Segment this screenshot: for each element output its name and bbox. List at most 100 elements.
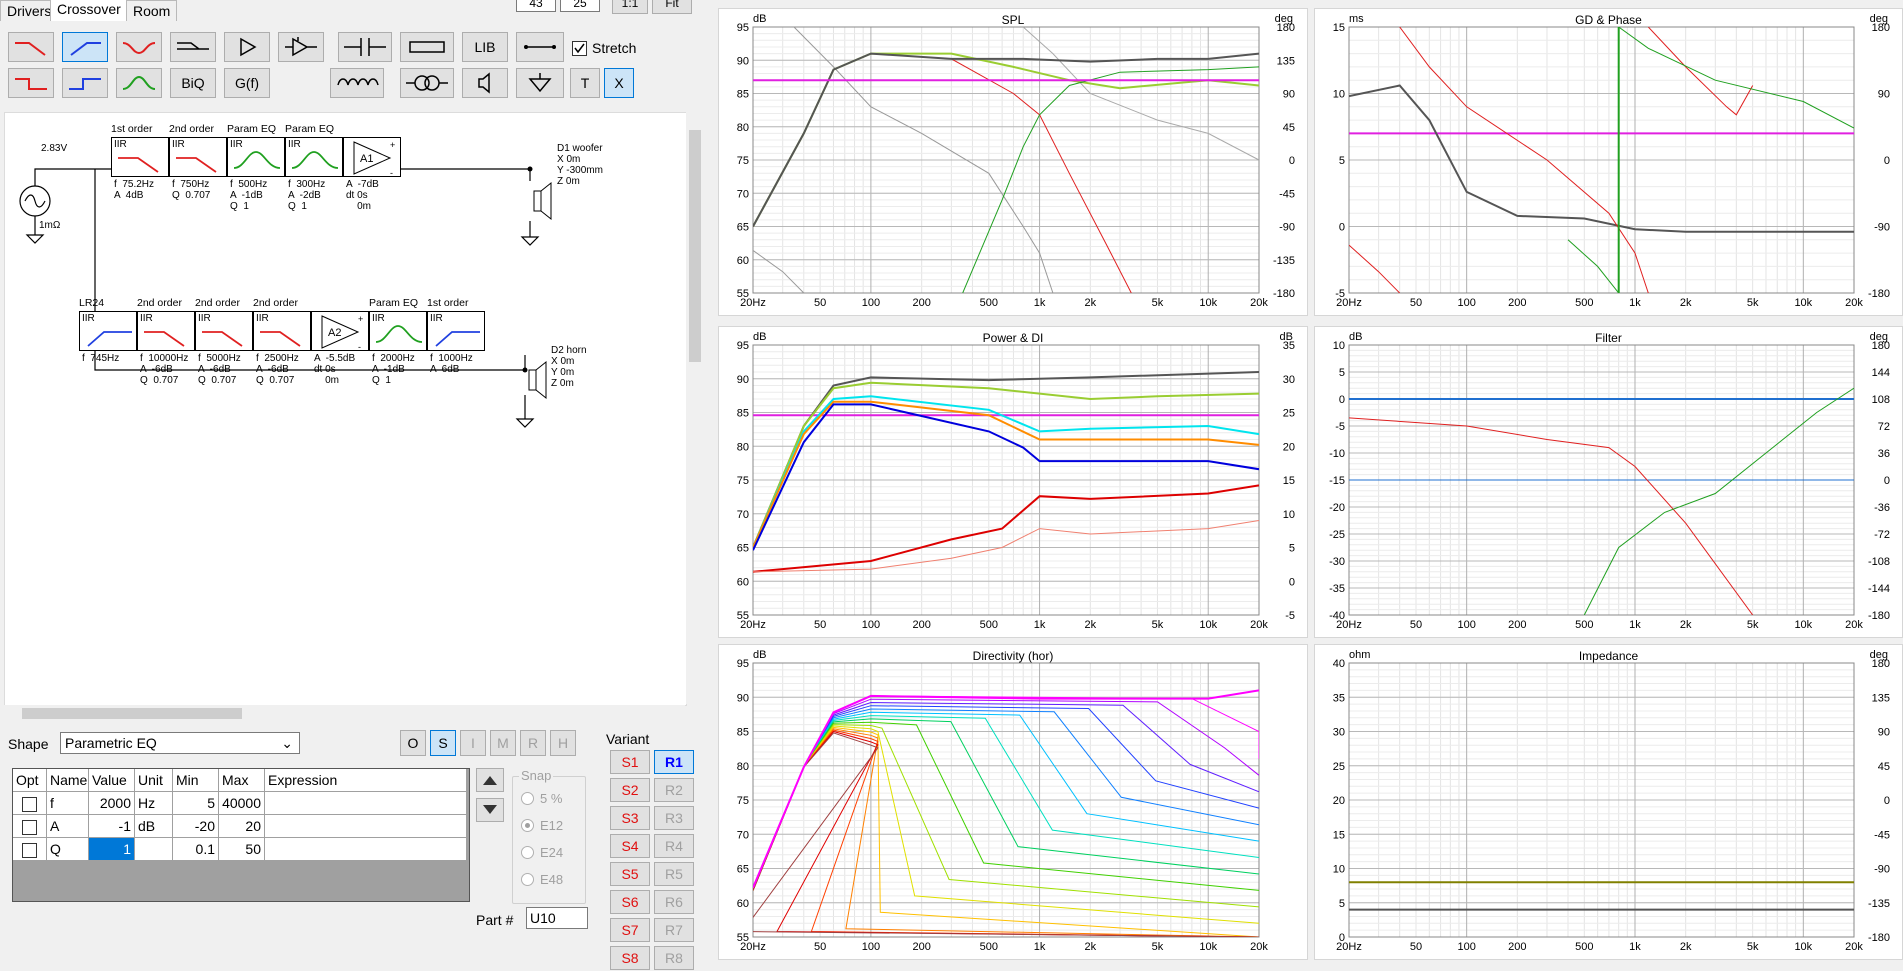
horn_chain-block-4[interactable]: A2 + - [311,311,369,352]
lowpass-red-2-tool-button[interactable] [8,68,54,98]
schematic-canvas[interactable]: 2.83V 1mΩ D1 woofer X 0m Y -300mm Z 0m D… [4,112,687,706]
grid-cell-expr[interactable] [265,792,467,815]
power-di-chart[interactable]: Power & DI dB dB 95 90 85 80 75 70 65 60 55 35 30 2… [718,326,1308,638]
spl-chart[interactable]: SPL dB deg 95 90 85 80 75 70 65 60 55 180 135 90 45 0… [718,8,1308,316]
snap-option-0[interactable]: 5 % [521,791,562,806]
opt-checkbox[interactable] [22,842,37,858]
vertical-scrollbar-thumb[interactable] [689,130,701,362]
grid-cell-unit[interactable]: dB [135,815,173,838]
part-input[interactable]: U10 [526,907,588,929]
text-tool-button[interactable]: T [570,68,600,98]
move-up-button[interactable] [476,768,504,792]
notch-red-tool-button[interactable] [116,32,162,62]
gd-phase-chart[interactable]: GD & Phase ms deg 15 10 5 0 -5 180 90 0 -90 -180 2… [1314,8,1903,316]
variant-s5-button[interactable]: S5 [610,862,650,886]
one-to-one-button[interactable]: 1:1 [612,0,648,14]
variant-s7-button[interactable]: S7 [610,918,650,942]
grid-cell-value[interactable]: -1 [89,815,135,838]
grid-opt-0[interactable] [13,792,47,815]
woofer_chain-block-0[interactable]: IIR [111,137,169,177]
variant-s2-button[interactable]: S2 [610,778,650,802]
grid-cell-min[interactable]: -20 [173,815,219,838]
shelf-tool-button[interactable] [170,32,216,62]
variant-s8-button[interactable]: S8 [610,946,650,970]
vertical-scrollbar[interactable] [686,112,704,704]
speaker-tool-button[interactable] [462,68,508,98]
variant-r8-button[interactable]: R8 [654,946,694,970]
biq-button[interactable]: BiQ [170,68,216,98]
variant-s6-button[interactable]: S6 [610,890,650,914]
grid-cell-expr[interactable] [265,815,467,838]
snap-option-2[interactable]: E24 [521,845,563,860]
horn_chain-block-1[interactable]: IIR [137,311,195,351]
ground-tool-button[interactable] [516,68,564,98]
snap-option-1[interactable]: E12 [521,818,563,833]
gf-button[interactable]: G(f) [224,68,270,98]
tab-room[interactable]: Room [126,0,178,21]
shape-select[interactable]: Parametric EQ ⌄ [60,732,300,754]
grid-cell-unit[interactable]: Hz [135,792,173,815]
i-button[interactable]: I [460,730,486,756]
transformer-tool-button[interactable] [400,68,454,98]
horizontal-scrollbar[interactable] [4,705,685,721]
inductor-tool-button[interactable] [330,68,384,98]
grid-opt-2[interactable] [13,838,47,861]
horn_chain-block-0[interactable]: IIR [79,311,137,351]
opt-checkbox[interactable] [22,796,37,812]
snap-option-3[interactable]: E48 [521,872,563,887]
grid-cell-name[interactable]: A [47,815,89,838]
woofer_chain-block-3[interactable]: IIR [285,137,343,177]
zoom-a-input[interactable]: 43 [516,0,556,12]
variant-r5-button[interactable]: R5 [654,862,694,886]
grid-cell-max[interactable]: 50 [219,838,265,861]
buffer-tool-button[interactable] [278,32,324,62]
variant-s3-button[interactable]: S3 [610,806,650,830]
impedance-chart[interactable]: Impedance ohm deg 40 35 30 25 20 15 10 5 0 180 135… [1314,644,1903,960]
o-button[interactable]: O [400,730,426,756]
variant-s1-button[interactable]: S1 [610,750,650,774]
r-button[interactable]: R [520,730,546,756]
move-down-button[interactable] [476,798,504,822]
woofer_chain-block-4[interactable]: A1 + - [343,137,401,178]
grid-cell-max[interactable]: 40000 [219,792,265,815]
fit-button[interactable]: Fit [652,0,692,14]
directivity-chart[interactable]: Directivity (hor) dB 95 90 85 80 75 70 65 60 55 2… [718,644,1308,960]
zoom-b-input[interactable]: 25 [560,0,600,12]
horn_chain-block-6[interactable]: IIR [427,311,485,351]
opt-checkbox[interactable] [22,819,37,835]
wire-tool-button[interactable] [516,32,564,62]
variant-r3-button[interactable]: R3 [654,806,694,830]
grid-opt-1[interactable] [13,815,47,838]
grid-cell-value[interactable]: 2000 [89,792,135,815]
grid-cell-min[interactable]: 5 [173,792,219,815]
variant-r4-button[interactable]: R4 [654,834,694,858]
tab-crossover[interactable]: Crossover [50,0,128,21]
grid-cell-unit[interactable] [135,838,173,861]
horn_chain-block-5[interactable]: IIR [369,311,427,351]
lowpass-red-tool-button[interactable] [8,32,54,62]
s-button[interactable]: S [430,730,456,756]
resistor-tool-button[interactable] [400,32,454,62]
filter-chart[interactable]: Filter dB deg 10 5 0 -5 -10 -15 -20 -25 -30 -35 -4… [1314,326,1903,638]
grid-cell-name[interactable]: Q [47,838,89,861]
variant-r6-button[interactable]: R6 [654,890,694,914]
parameter-grid[interactable]: Opt Name Value Unit Min Max Expression f 2000 Hz 5… [12,768,470,902]
grid-cell-min[interactable]: 0.1 [173,838,219,861]
variant-r2-button[interactable]: R2 [654,778,694,802]
amplifier-tool-button[interactable] [224,32,270,62]
highpass-blue-tool-button[interactable] [62,32,108,62]
horn_chain-block-2[interactable]: IIR [195,311,253,351]
highpass-blue-2-tool-button[interactable] [62,68,108,98]
variant-r1-button[interactable]: R1 [654,750,694,774]
peak-green-tool-button[interactable] [116,68,162,98]
variant-s4-button[interactable]: S4 [610,834,650,858]
h-button[interactable]: H [550,730,576,756]
lib-button[interactable]: LIB [462,32,508,62]
woofer_chain-block-1[interactable]: IIR [169,137,227,177]
horn_chain-block-3[interactable]: IIR [253,311,311,351]
stretch-checkbox[interactable]: Stretch [572,40,636,56]
grid-cell-value[interactable]: 1 [89,838,135,861]
grid-cell-max[interactable]: 20 [219,815,265,838]
grid-cell-expr[interactable] [265,838,467,861]
delete-tool-button[interactable]: X [604,68,634,98]
